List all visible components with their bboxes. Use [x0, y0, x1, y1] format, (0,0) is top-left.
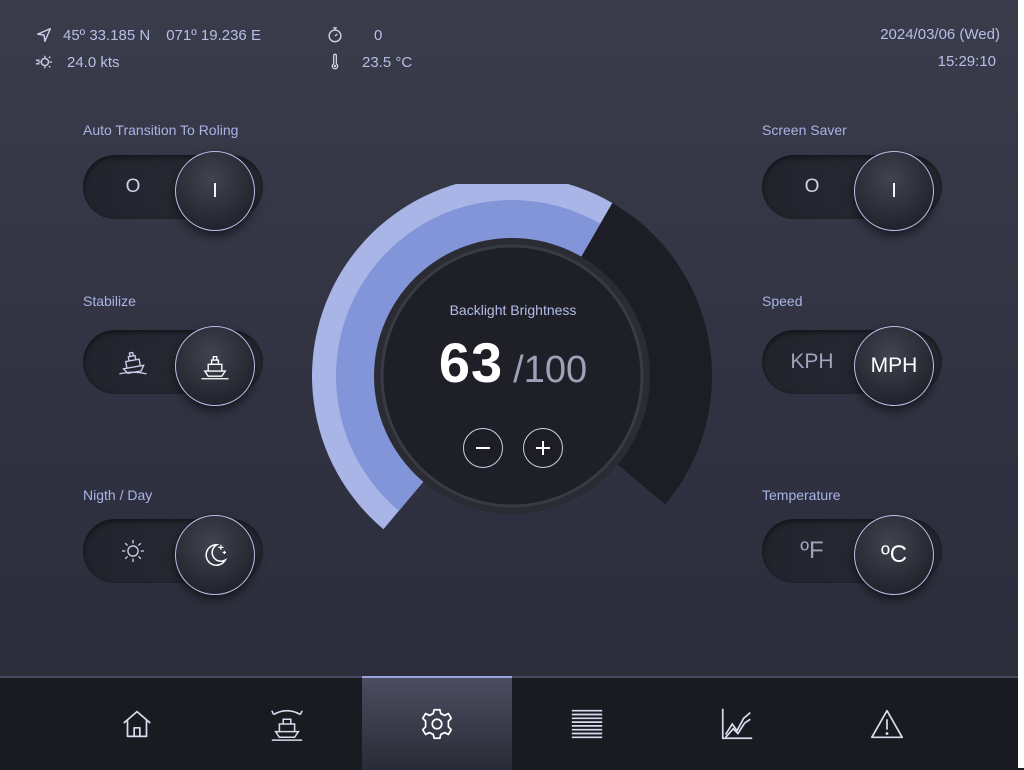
speed-unit-toggle[interactable]: KPH MPH	[762, 326, 942, 406]
warning-icon	[870, 709, 904, 739]
nav-home[interactable]	[62, 678, 212, 770]
sun-icon	[121, 539, 145, 563]
temperature-unit-c[interactable]: ºC	[854, 515, 934, 595]
date-value: 2024/03/06 (Wed)	[880, 26, 1000, 43]
wind-speed-icon	[35, 55, 53, 69]
bottom-navigation	[0, 676, 1024, 770]
night-day-off[interactable]	[83, 519, 183, 583]
nav-chart[interactable]	[662, 678, 812, 770]
stabilize-toggle[interactable]	[83, 326, 263, 406]
screen-saver-label: Screen Saver	[762, 122, 847, 138]
ship-stable-icon	[201, 355, 229, 380]
speed-unit-label: Speed	[762, 293, 803, 309]
stopwatch-icon	[328, 27, 342, 43]
nav-list[interactable]	[512, 678, 662, 770]
temperature-value: 23.5 °C	[362, 53, 413, 71]
brightness-panel: Backlight Brightness 63/100	[380, 242, 646, 508]
stabilize-knob[interactable]	[175, 326, 255, 406]
screen-saver-toggle[interactable]: O I	[762, 151, 942, 231]
list-icon	[571, 709, 603, 739]
screen-saver-off[interactable]: O	[762, 155, 862, 219]
time-value: 15:29:10	[937, 53, 996, 70]
brightness-decrease-button[interactable]	[463, 428, 503, 468]
vessel-roll-icon	[271, 709, 303, 741]
speed-unit-mph[interactable]: MPH	[854, 326, 934, 406]
screen-saver-knob[interactable]: I	[854, 151, 934, 231]
night-day-toggle[interactable]	[83, 515, 263, 595]
position-readout: 45º 33.185 N 071º 19.236 E	[35, 26, 261, 44]
home-icon	[123, 710, 151, 738]
night-day-label: Nigth / Day	[83, 487, 153, 503]
brightness-value-row: 63/100	[380, 330, 646, 395]
auto-transition-toggle[interactable]: O I	[83, 151, 263, 231]
speed-readout: 24.0 kts	[35, 53, 120, 71]
minus-icon	[476, 447, 490, 449]
temperature-unit-toggle[interactable]: ºF ºC	[762, 515, 942, 595]
speed-unit-kph[interactable]: KPH	[762, 330, 862, 394]
auto-transition-label: Auto Transition To Roling	[83, 122, 239, 138]
date-readout: 2024/03/06 (Wed)	[880, 26, 1000, 43]
brightness-title: Backlight Brightness	[449, 302, 577, 318]
ship-rolling-icon	[119, 351, 147, 375]
night-day-knob[interactable]	[175, 515, 255, 595]
auto-transition-knob[interactable]: I	[175, 151, 255, 231]
navigation-arrow-icon	[36, 27, 52, 43]
chart-icon	[721, 708, 753, 740]
plus-icon	[536, 441, 550, 455]
auto-transition-off[interactable]: O	[83, 155, 183, 219]
window-edge	[1018, 0, 1024, 768]
speed-value: 24.0 kts	[67, 53, 120, 71]
longitude: 071º 19.236 E	[166, 26, 261, 44]
thermometer-icon	[331, 53, 339, 70]
moon-icon	[205, 544, 228, 566]
stabilize-label: Stabilize	[83, 293, 136, 309]
latitude: 45º 33.185 N	[63, 26, 151, 44]
counter-readout: 0	[326, 26, 382, 44]
gear-icon	[421, 708, 453, 740]
brightness-value: 63	[438, 331, 504, 394]
temperature-unit-label: Temperature	[762, 487, 841, 503]
temperature-unit-f[interactable]: ºF	[762, 519, 862, 583]
brightness-max: /100	[513, 349, 588, 391]
stabilize-off[interactable]	[83, 330, 183, 394]
nav-alarms[interactable]	[812, 678, 962, 770]
brightness-increase-button[interactable]	[523, 428, 563, 468]
counter-value: 0	[374, 26, 383, 44]
temperature-readout: 23.5 °C	[326, 53, 412, 71]
nav-vessel[interactable]	[212, 678, 362, 770]
time-readout: 15:29:10	[938, 53, 996, 70]
nav-settings[interactable]	[362, 676, 512, 770]
